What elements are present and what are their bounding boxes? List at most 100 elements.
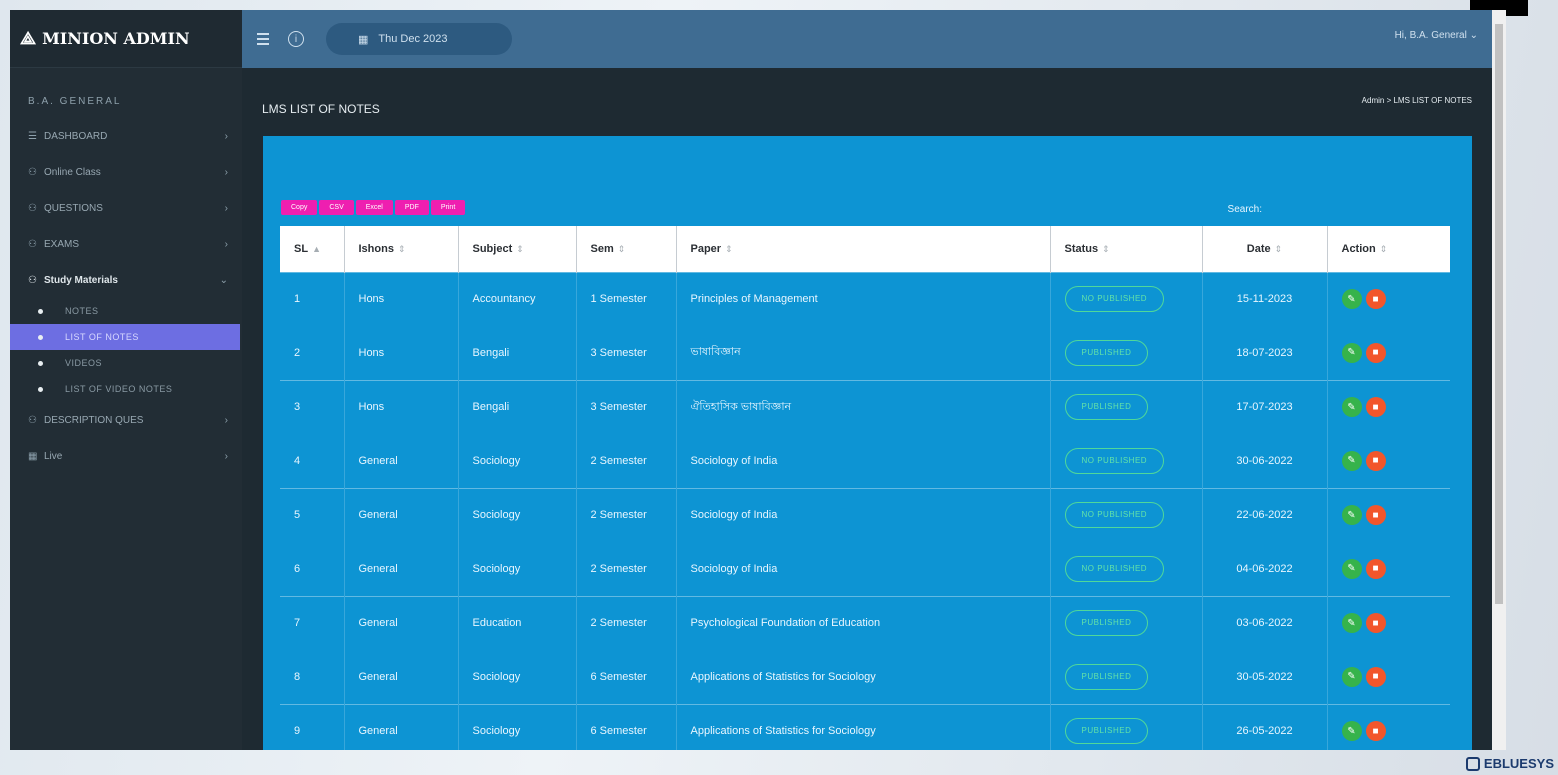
- cell-ishons: General: [344, 487, 459, 542]
- brand[interactable]: ⟁ MINION ADMIN: [10, 10, 242, 68]
- edit-icon[interactable]: ✎: [1341, 613, 1362, 634]
- cell-sl: 1: [280, 271, 345, 326]
- sort-icon: ⇕: [725, 243, 733, 254]
- edit-icon[interactable]: ✎: [1341, 397, 1362, 418]
- delete-icon[interactable]: ■: [1365, 289, 1386, 310]
- cell-status: PUBLISHED: [1050, 595, 1203, 650]
- sidebar-item-dashboard[interactable]: ☰ DASHBOARD ›: [10, 118, 242, 154]
- page-scrollbar[interactable]: [1492, 10, 1506, 750]
- sort-icon: ⇕: [1102, 243, 1110, 254]
- sidebar-item-live[interactable]: ▦ Live ›: [10, 438, 242, 474]
- user-menu[interactable]: Hi, B.A. General ⌄: [1395, 30, 1478, 41]
- cell-sem: 6 Semester: [576, 650, 677, 704]
- sidebar-subitem-notes[interactable]: NOTES: [10, 298, 242, 324]
- sort-asc-icon: ▲: [312, 243, 321, 254]
- delete-icon[interactable]: ■: [1365, 613, 1386, 634]
- sidebar-item-description-ques[interactable]: ⚇ DESCRIPTION QUES ›: [10, 402, 242, 438]
- copy-button[interactable]: Copy: [281, 200, 318, 215]
- status-badge[interactable]: NO PUBLISHED: [1064, 447, 1165, 474]
- cell-sem: 1 Semester: [576, 271, 677, 326]
- status-badge[interactable]: PUBLISHED: [1064, 339, 1149, 366]
- csv-button[interactable]: CSV: [319, 200, 354, 215]
- col-paper[interactable]: Paper ⇕: [676, 226, 1051, 272]
- edit-icon[interactable]: ✎: [1341, 289, 1362, 310]
- row-actions: ✎ ■: [1341, 613, 1386, 634]
- cell-paper: Sociology of India: [676, 487, 1051, 542]
- sidebar-item-questions[interactable]: ⚇ QUESTIONS ›: [10, 190, 242, 226]
- sidebar-item-exams[interactable]: ⚇ EXAMS ›: [10, 226, 242, 262]
- sidebar-subitem-label: VIDEOS: [65, 358, 103, 368]
- sort-icon: ⇕: [1379, 243, 1388, 254]
- delete-icon[interactable]: ■: [1365, 397, 1386, 418]
- col-status[interactable]: Status ⇕: [1050, 226, 1203, 272]
- info-icon[interactable]: i: [288, 31, 304, 47]
- cell-subject: Sociology: [458, 542, 577, 596]
- col-action[interactable]: Action ⇕: [1327, 226, 1450, 272]
- col-sl[interactable]: SL ▲: [280, 226, 345, 272]
- col-sem[interactable]: Sem ⇕: [576, 226, 677, 272]
- status-badge[interactable]: PUBLISHED: [1064, 718, 1149, 745]
- status-badge[interactable]: NO PUBLISHED: [1064, 555, 1165, 582]
- sort-icon: ⇕: [1274, 243, 1283, 254]
- export-buttons: Copy CSV Excel PDF Print: [281, 200, 466, 215]
- col-subject[interactable]: Subject ⇕: [458, 226, 577, 272]
- sidebar-subitem-list-of-notes[interactable]: LIST OF NOTES: [10, 324, 240, 350]
- status-badge[interactable]: PUBLISHED: [1064, 610, 1149, 637]
- date-pill[interactable]: ▦ Thu Dec 2023: [326, 23, 512, 55]
- edit-icon[interactable]: ✎: [1341, 342, 1362, 363]
- edit-icon[interactable]: ✎: [1341, 505, 1362, 526]
- edit-icon[interactable]: ✎: [1341, 721, 1362, 742]
- print-button[interactable]: Print: [430, 200, 466, 215]
- row-actions: ✎ ■: [1341, 666, 1386, 687]
- sidebar-subitem-list-of-video-notes[interactable]: LIST OF VIDEO NOTES: [10, 376, 242, 402]
- cell-date: 17-07-2023: [1202, 379, 1328, 434]
- table-row: 1 Hons Accountancy 1 Semester Principles of …: [280, 271, 1450, 326]
- cell-action: ✎ ■: [1327, 379, 1450, 434]
- cell-sem: 3 Semester: [576, 379, 677, 434]
- date-text: Thu Dec 2023: [378, 33, 448, 45]
- sidebar-subitem-label: LIST OF NOTES: [65, 332, 139, 342]
- table-row: 8 General Sociology 6 Semester Applications …: [280, 650, 1450, 704]
- chevron-right-icon: ›: [224, 450, 228, 462]
- cell-ishons: Hons: [344, 326, 459, 380]
- edit-icon[interactable]: ✎: [1341, 666, 1362, 687]
- cell-status: NO PUBLISHED: [1050, 542, 1203, 596]
- cell-sem: 6 Semester: [576, 703, 677, 750]
- status-badge[interactable]: NO PUBLISHED: [1064, 502, 1165, 529]
- status-badge[interactable]: PUBLISHED: [1064, 394, 1149, 421]
- table-header-row: SL ▲ Ishons ⇕ Subject ⇕ Sem ⇕ Paper ⇕ Status ⇕…: [280, 226, 1450, 272]
- sidebar-item-label: Study Materials: [44, 274, 118, 286]
- edit-icon[interactable]: ✎: [1341, 450, 1362, 471]
- chevron-right-icon: ›: [224, 414, 228, 426]
- chevron-right-icon: ›: [224, 130, 228, 142]
- excel-button[interactable]: Excel: [355, 200, 393, 215]
- table-row: 7 General Education 2 Semester Psychological…: [280, 595, 1450, 650]
- scrollbar-thumb[interactable]: [1495, 24, 1503, 604]
- topbar: i ▦ Thu Dec 2023 Hi, B.A. General ⌄: [242, 10, 1492, 68]
- cell-status: PUBLISHED: [1050, 650, 1203, 704]
- sidebar-subitem-label: LIST OF VIDEO NOTES: [65, 384, 173, 394]
- sidebar-subitem-videos[interactable]: VIDEOS: [10, 350, 242, 376]
- cell-status: PUBLISHED: [1050, 703, 1203, 750]
- delete-icon[interactable]: ■: [1365, 505, 1386, 526]
- cell-ishons: Hons: [344, 271, 459, 326]
- col-ishons[interactable]: Ishons ⇕: [344, 226, 459, 272]
- edit-icon[interactable]: ✎: [1341, 558, 1362, 579]
- menu-toggle-icon[interactable]: [252, 28, 274, 50]
- delete-icon[interactable]: ■: [1365, 666, 1386, 687]
- sidebar-item-online-class[interactable]: ⚇ Online Class ›: [10, 154, 242, 190]
- status-badge[interactable]: PUBLISHED: [1064, 663, 1149, 690]
- col-label: Action: [1341, 242, 1376, 255]
- col-date[interactable]: Date ⇕: [1202, 226, 1328, 272]
- delete-icon[interactable]: ■: [1365, 342, 1386, 363]
- status-badge[interactable]: NO PUBLISHED: [1064, 286, 1165, 313]
- pdf-button[interactable]: PDF: [394, 200, 429, 215]
- cell-date: 26-05-2022: [1202, 703, 1328, 750]
- breadcrumb[interactable]: Admin > LMS LIST OF NOTES: [1362, 96, 1472, 105]
- table-row: 6 General Sociology 2 Semester Sociology of …: [280, 542, 1450, 596]
- delete-icon[interactable]: ■: [1365, 558, 1386, 579]
- sidebar-item-study-materials[interactable]: ⚇ Study Materials ⌄: [10, 262, 242, 298]
- delete-icon[interactable]: ■: [1365, 450, 1386, 471]
- delete-icon[interactable]: ■: [1365, 721, 1386, 742]
- cell-sl: 5: [280, 487, 345, 542]
